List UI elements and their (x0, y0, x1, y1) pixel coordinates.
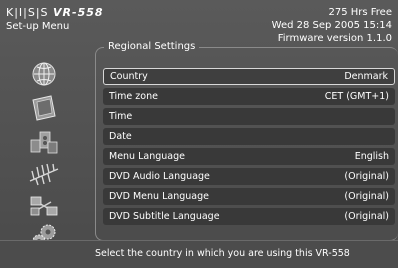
setting-row-time-zone[interactable]: Time zone CET (GMT+1) (103, 88, 395, 105)
date-time: Wed 28 Sep 2005 15:14 (271, 20, 392, 31)
network-icon[interactable] (24, 192, 64, 220)
menu-title: Set-up Menu (6, 21, 70, 32)
setting-value: Denmark (344, 71, 388, 82)
brand-name: K|I|S|S (6, 6, 49, 19)
help-text: Select the country in which you are usin… (95, 248, 350, 259)
setting-label: DVD Subtitle Language (109, 211, 220, 222)
top-bar: K|I|S|S VR-558 Set-up Menu 275 Hrs Free … (0, 0, 398, 44)
firmware-version: Firmware version 1.1.0 (277, 33, 392, 44)
antenna-icon[interactable] (24, 160, 64, 188)
setup-menu-screen: K|I|S|S VR-558 Set-up Menu 275 Hrs Free … (0, 0, 398, 268)
free-hours: 275 Hrs Free (328, 7, 392, 18)
setting-value: CET (GMT+1) (324, 91, 389, 102)
setting-value: (Original) (344, 211, 389, 222)
brand-logo: K|I|S|S VR-558 (6, 6, 104, 19)
setting-value: (Original) (344, 171, 389, 182)
panel-title: Regional Settings (104, 41, 200, 52)
setting-row-country[interactable]: Country Denmark (103, 68, 395, 85)
globe-icon[interactable] (24, 60, 64, 88)
setting-label: Country (110, 71, 148, 82)
setting-label: Date (109, 131, 132, 142)
setting-label: Menu Language (109, 151, 185, 162)
setting-row-time[interactable]: Time (103, 108, 395, 125)
setting-row-dvd-subtitle-language[interactable]: DVD Subtitle Language (Original) (103, 208, 395, 225)
setting-row-dvd-menu-language[interactable]: DVD Menu Language (Original) (103, 188, 395, 205)
status-info: 275 Hrs Free Wed 28 Sep 2005 15:14 Firmw… (272, 6, 392, 45)
setting-label: DVD Menu Language (109, 191, 209, 202)
speakers-icon[interactable] (24, 128, 64, 156)
category-sidebar (0, 44, 93, 248)
tv-screen-icon[interactable] (24, 94, 64, 122)
setting-label: Time zone (109, 91, 158, 102)
setting-value: (Original) (344, 191, 389, 202)
setting-label: Time (109, 111, 133, 122)
setting-label: DVD Audio Language (109, 171, 210, 182)
model-name: VR-558 (53, 6, 104, 19)
setting-value: English (354, 151, 389, 162)
setting-row-date[interactable]: Date (103, 128, 395, 145)
setting-row-dvd-audio-language[interactable]: DVD Audio Language (Original) (103, 168, 395, 185)
setting-row-menu-language[interactable]: Menu Language English (103, 148, 395, 165)
settings-list: Country Denmark Time zone CET (GMT+1) Ti… (103, 68, 395, 228)
